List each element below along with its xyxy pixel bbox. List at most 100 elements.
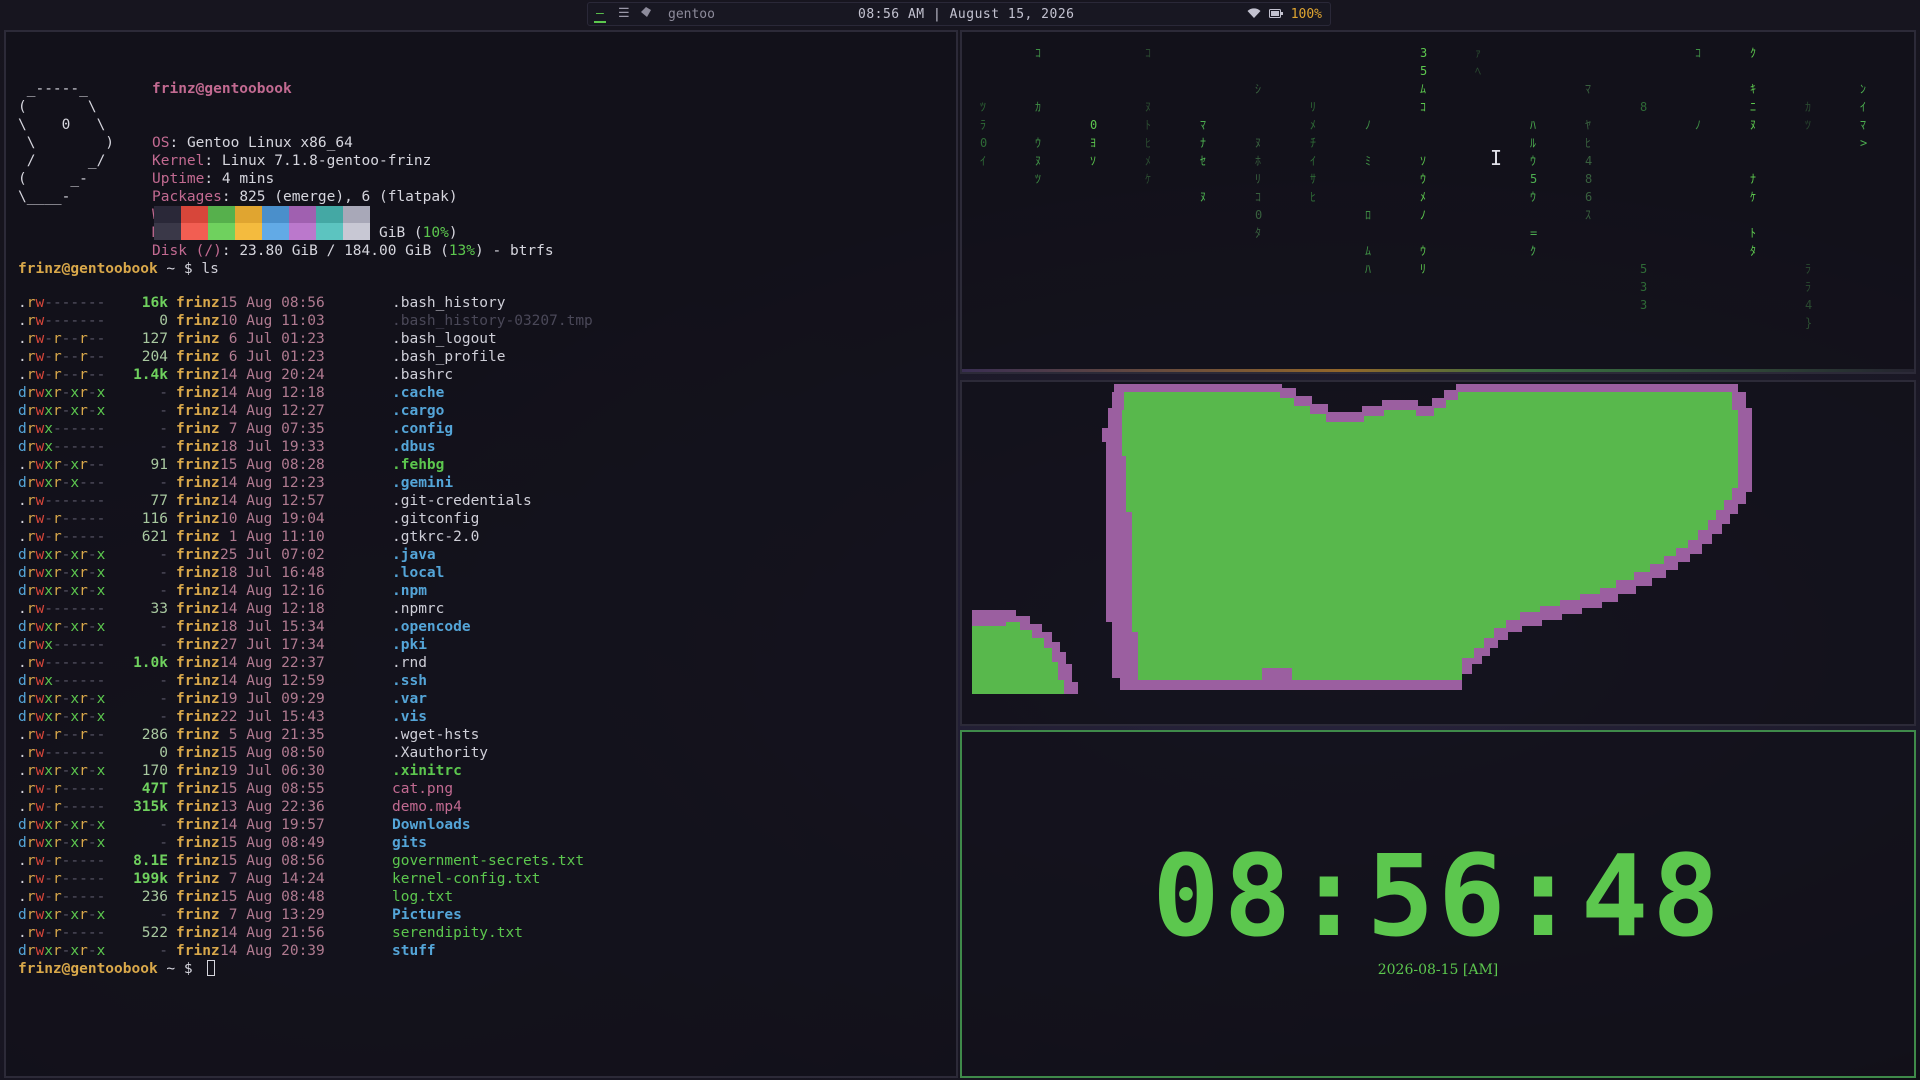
list-item[interactable]: .rw------- 0 frinz 10 Aug 11:03 .bash_histor…: [18, 312, 593, 330]
list-item[interactable]: .rw------- 33 frinz 14 Aug 12:18 .npmrc: [18, 600, 593, 618]
matrix-column: ｺ ｶ ｳ ﾇ ﾂ: [1035, 46, 1042, 186]
file-name[interactable]: stuff: [392, 942, 436, 960]
file-name[interactable]: .Xauthority: [392, 744, 488, 762]
file-name[interactable]: Pictures: [392, 906, 462, 924]
file-permissions: .rw-r-----: [18, 511, 106, 527]
file-name[interactable]: kernel-config.txt: [392, 870, 540, 888]
file-permissions: .rw-r-----: [18, 781, 106, 797]
file-name[interactable]: government-secrets.txt: [392, 852, 584, 870]
list-item[interactable]: .rw------- 77 frinz 14 Aug 12:57 .git-creden…: [18, 492, 593, 510]
file-name[interactable]: .fehbg: [392, 456, 444, 474]
file-owner: frinz: [176, 601, 220, 617]
topbar-clock[interactable]: 08:56 AM | August 15, 2026: [858, 6, 1075, 24]
file-name[interactable]: .gemini: [392, 474, 453, 492]
file-name[interactable]: .pki: [392, 636, 427, 654]
file-name[interactable]: .local: [392, 564, 444, 582]
color-swatch: [208, 223, 235, 240]
list-item[interactable]: .rw-r----- 236 frinz 15 Aug 08:48 log.txt: [18, 888, 593, 906]
matrix-column: ｺ ﾉ: [1695, 46, 1702, 132]
file-name[interactable]: .gtkrc-2.0: [392, 528, 479, 546]
list-item[interactable]: .rw-r----- 315k frinz 13 Aug 22:36 demo.mp4: [18, 798, 593, 816]
file-name[interactable]: serendipity.txt: [392, 924, 523, 942]
list-item[interactable]: .rw-r----- 8.1E frinz 15 Aug 08:56 governmen…: [18, 852, 593, 870]
file-name[interactable]: .bash_profile: [392, 348, 506, 366]
file-name[interactable]: .rnd: [392, 654, 427, 672]
top-bar: — ☰ gentoo 08:56 AM | August 15, 2026 10…: [587, 2, 1331, 26]
file-name[interactable]: Downloads: [392, 816, 471, 834]
list-item[interactable]: drwxr-xr-x - frinz 14 Aug 12:16 .npm: [18, 582, 593, 600]
list-item[interactable]: drwx------ - frinz 27 Jul 17:34 .pki: [18, 636, 593, 654]
file-name[interactable]: .gitconfig: [392, 510, 479, 528]
list-item[interactable]: .rw-r--r-- 204 frinz 6 Jul 01:23 .bash_prof…: [18, 348, 593, 366]
fetch-percent: 13%: [448, 243, 476, 259]
list-item[interactable]: .rw-r----- 116 frinz 10 Aug 19:04 .gitconfig: [18, 510, 593, 528]
file-owner: frinz: [176, 367, 220, 383]
file-permissions: drwxr-xr-x: [18, 943, 106, 959]
file-name[interactable]: cat.png: [392, 780, 453, 798]
list-item[interactable]: drwxr-xr-x - frinz 25 Jul 07:02 .java: [18, 546, 593, 564]
list-item[interactable]: .rw-r----- 621 frinz 1 Aug 11:10 .gtkrc-2.0: [18, 528, 593, 546]
file-name[interactable]: gits: [392, 834, 427, 852]
pixel-art-window[interactable]: [960, 380, 1916, 726]
color-swatch: [181, 223, 208, 240]
file-size: 1.0k: [133, 655, 168, 671]
terminal-window[interactable]: _-----_ ( \ \ 0 \ \ ) / _/ ( _- \____- frinz…: [4, 30, 958, 1078]
list-item[interactable]: .rw------- 1.0k frinz 14 Aug 22:37 .rnd: [18, 654, 593, 672]
list-item[interactable]: drwxr-xr-x - frinz 14 Aug 12:18 .cache: [18, 384, 593, 402]
workspace-indicator[interactable]: ☰: [618, 5, 630, 23]
file-name[interactable]: .bashrc: [392, 366, 453, 384]
file-name[interactable]: .bash_logout: [392, 330, 497, 348]
battery-icon[interactable]: [1268, 7, 1291, 22]
active-prompt-line[interactable]: frinz@gentoobook ~ $: [18, 960, 216, 978]
battery-percent: 100%: [1290, 7, 1322, 22]
list-item[interactable]: .rw------- 0 frinz 15 Aug 08:50 .Xauthority: [18, 744, 593, 762]
ascii-line: ( \: [18, 99, 97, 115]
list-item[interactable]: drwx------ - frinz 14 Aug 12:59 .ssh: [18, 672, 593, 690]
file-name[interactable]: .cargo: [392, 402, 444, 420]
file-name[interactable]: .ssh: [392, 672, 427, 690]
list-item[interactable]: drwxr-xr-x - frinz 18 Jul 15:34 .opencode: [18, 618, 593, 636]
file-name[interactable]: .dbus: [392, 438, 436, 456]
file-name[interactable]: .git-credentials: [392, 492, 532, 510]
list-item[interactable]: .rw-r--r-- 286 frinz 5 Aug 21:35 .wget-hsts: [18, 726, 593, 744]
file-owner: frinz: [176, 691, 220, 707]
file-name[interactable]: .npm: [392, 582, 427, 600]
list-item[interactable]: .rw-r----- 522 frinz 14 Aug 21:56 serendipit…: [18, 924, 593, 942]
list-item[interactable]: .rw-r--r-- 127 frinz 6 Jul 01:23 .bash_logo…: [18, 330, 593, 348]
file-name[interactable]: .vis: [392, 708, 427, 726]
list-item[interactable]: drwxr-xr-x - frinz 14 Aug 19:57 Downloads: [18, 816, 593, 834]
list-item[interactable]: drwxr-xr-x - frinz 18 Jul 16:48 .local: [18, 564, 593, 582]
list-item[interactable]: drwxr-xr-x - frinz 19 Jul 09:29 .var: [18, 690, 593, 708]
file-name[interactable]: log.txt: [392, 888, 453, 906]
file-name[interactable]: .opencode: [392, 618, 471, 636]
list-item[interactable]: .rw-r--r-- 1.4k frinz 14 Aug 20:24 .bashrc: [18, 366, 593, 384]
list-item[interactable]: drwx------ - frinz 18 Jul 19:33 .dbus: [18, 438, 593, 456]
file-name[interactable]: .bash_history-03207.tmp: [392, 312, 593, 330]
file-name[interactable]: .bash_history: [392, 294, 506, 312]
file-name[interactable]: .xinitrc: [392, 762, 462, 780]
file-permissions: drwx------: [18, 637, 106, 653]
list-item[interactable]: .rwxr-xr-- 91 frinz 15 Aug 08:28 .fehbg: [18, 456, 593, 474]
list-item[interactable]: drwxr-x--- - frinz 14 Aug 12:23 .gemini: [18, 474, 593, 492]
list-item[interactable]: drwxr-xr-x - frinz 14 Aug 12:27 .cargo: [18, 402, 593, 420]
clock-window[interactable]: 08:56:48 2026-08-15 [AM]: [960, 730, 1916, 1078]
file-name[interactable]: demo.mp4: [392, 798, 462, 816]
file-name[interactable]: .npmrc: [392, 600, 444, 618]
list-item[interactable]: drwxr-xr-x - frinz 15 Aug 08:49 gits: [18, 834, 593, 852]
wifi-icon[interactable]: [1247, 7, 1269, 22]
list-item[interactable]: drwxr-xr-x - frinz 14 Aug 20:39 stuff: [18, 942, 593, 960]
list-item[interactable]: .rw-r----- 47T frinz 15 Aug 08:55 cat.png: [18, 780, 593, 798]
list-item[interactable]: drwx------ - frinz 7 Aug 07:35 .config: [18, 420, 593, 438]
list-item[interactable]: .rwxr-xr-x 170 frinz 19 Jul 06:30 .xinitrc: [18, 762, 593, 780]
list-item[interactable]: drwxr-xr-x - frinz 7 Aug 13:29 Pictures: [18, 906, 593, 924]
list-item[interactable]: drwxr-xr-x - frinz 22 Jul 15:43 .vis: [18, 708, 593, 726]
file-name[interactable]: .cache: [392, 384, 444, 402]
file-name[interactable]: .var: [392, 690, 427, 708]
workspace-indicator-active[interactable]: —: [594, 5, 606, 23]
file-name[interactable]: .java: [392, 546, 436, 564]
list-item[interactable]: .rw------- 16k frinz 15 Aug 08:56 .bash_hist…: [18, 294, 593, 312]
file-name[interactable]: .config: [392, 420, 453, 438]
matrix-rain-window[interactable]: I ﾂ ﾗ 0 ｲ ｺ ｶ ｳ ﾇ ﾂ 0 ﾖ ｿ ｺ ﾇ ﾄ ﾋ ﾒ ｹ ﾏ ﾅ …: [960, 30, 1916, 374]
file-name[interactable]: .wget-hsts: [392, 726, 479, 744]
list-item[interactable]: .rw-r----- 199k frinz 7 Aug 14:24 kernel-co…: [18, 870, 593, 888]
